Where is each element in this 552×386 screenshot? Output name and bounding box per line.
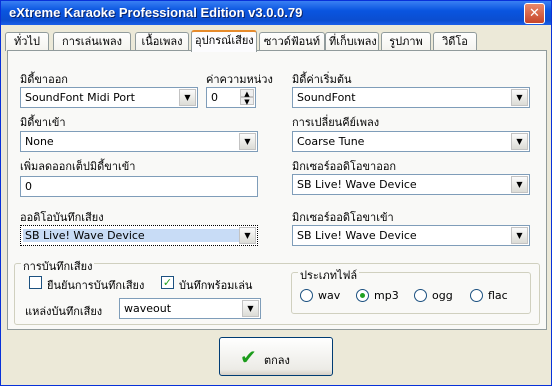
tab-general[interactable]: ทั่วไป (5, 32, 49, 51)
key-change-value: Coarse Tune (297, 135, 365, 148)
mixer-out-select[interactable]: SB Live! Wave Device ▼ (292, 174, 530, 195)
default-midi-label: มิดี้ค่าเริ่มต้น (292, 73, 352, 86)
chevron-down-icon[interactable]: ▼ (239, 133, 256, 150)
midi-in-select[interactable]: None ▼ (20, 131, 258, 152)
chevron-down-icon[interactable]: ▼ (511, 133, 528, 150)
mixer-in-label: มิกเซอร์ออดิโอขาเข้า (292, 211, 394, 224)
delay-label: ค่าความหน่วง (206, 73, 273, 86)
ok-button[interactable]: ✔ ตกลง (219, 337, 333, 376)
mixer-out-label: มิกเซอร์ออดิโอขาออก (292, 160, 397, 173)
file-type-group-title: ประเภทไฟล์ (298, 266, 360, 284)
record-with-play-label: บันทึกพร้อมเล่น (179, 279, 253, 292)
radio-ogg[interactable] (414, 289, 427, 302)
chevron-down-icon[interactable]: ▼ (239, 227, 256, 244)
midi-out-select[interactable]: SoundFont Midi Port ▼ (20, 87, 198, 108)
tab-audio-devices[interactable]: อุปกรณ์เสียง (191, 30, 257, 52)
ok-button-label: ตกลง (264, 354, 290, 367)
recording-group-title: การบันทึกเสียง (21, 257, 95, 275)
midi-in-offset-field[interactable]: 0 (20, 176, 258, 197)
confirm-recording-label: ยืนยันการบันทึกเสียง (47, 279, 145, 292)
chevron-down-icon[interactable]: ▼ (179, 89, 196, 106)
close-icon: ✕ (529, 6, 540, 21)
recording-group: การบันทึกเสียง ยืนยันการบันทึกเสียง ✓ บั… (14, 257, 540, 325)
chevron-down-icon[interactable]: ▼ (511, 176, 528, 193)
delay-spin[interactable]: ▲ ▼ (240, 89, 254, 106)
main-window: eXtreme Karaoke Professional Edition v3.… (0, 0, 552, 386)
radio-flac[interactable] (470, 289, 483, 302)
record-with-play-checkbox[interactable]: ✓ (161, 276, 174, 289)
check-icon: ✔ (240, 345, 257, 369)
radio-wav-label: wav (318, 289, 341, 302)
key-change-select[interactable]: Coarse Tune ▼ (292, 131, 530, 152)
key-change-label: การเปลี่ยนคีย์เพลง (292, 116, 380, 129)
default-midi-select[interactable]: SoundFont ▼ (292, 87, 530, 108)
tab-lyrics[interactable]: เนื้อเพลง (135, 32, 189, 51)
tab-playback[interactable]: การเล่นเพลง (53, 32, 131, 51)
audio-devices-panel: มิดี้ขาออก SoundFont Midi Port ▼ ค่าความ… (7, 50, 547, 330)
check-icon: ✓ (162, 276, 173, 289)
tab-images[interactable]: รูปภาพ (381, 32, 431, 51)
tab-video[interactable]: วิดีโอ (433, 32, 477, 51)
midi-in-value: None (25, 135, 54, 148)
midi-in-offset-value: 0 (25, 180, 32, 193)
record-audio-select[interactable]: SB Live! Wave Device ▼ (20, 225, 258, 246)
confirm-recording-checkbox[interactable] (29, 276, 42, 289)
radio-flac-label: flac (488, 289, 508, 302)
chevron-down-icon[interactable]: ▼ (242, 300, 259, 317)
mixer-out-value: SB Live! Wave Device (297, 178, 417, 191)
mixer-in-select[interactable]: SB Live! Wave Device ▼ (292, 225, 530, 246)
record-source-label: แหล่งบันทึกเสียง (25, 305, 103, 318)
title-bar[interactable]: eXtreme Karaoke Professional Edition v3.… (1, 1, 551, 25)
close-button[interactable]: ✕ (524, 3, 545, 24)
window-title: eXtreme Karaoke Professional Edition v3.… (9, 5, 303, 20)
midi-out-label: มิดี้ขาออก (20, 73, 68, 86)
delay-value: 0 (211, 91, 218, 104)
radio-mp3[interactable] (356, 289, 369, 302)
record-audio-label: ออดิโอบันทึกเสียง (20, 211, 104, 224)
file-type-group: ประเภทไฟล์ wav mp3 ogg flac (291, 266, 531, 314)
radio-mp3-label: mp3 (374, 289, 399, 302)
record-source-value: waveout (124, 302, 172, 315)
chevron-down-icon[interactable]: ▼ (511, 89, 528, 106)
default-midi-value: SoundFont (297, 91, 356, 104)
record-source-select[interactable]: waveout ▼ (119, 298, 261, 319)
delay-stepper[interactable]: 0 ▲ ▼ (206, 87, 256, 108)
mixer-in-value: SB Live! Wave Device (297, 229, 417, 242)
midi-out-value: SoundFont Midi Port (25, 91, 135, 104)
spin-down-icon[interactable]: ▼ (240, 97, 254, 106)
tab-soundfont[interactable]: ซาวด์ฟ้อนท์ (259, 32, 325, 51)
radio-ogg-label: ogg (432, 289, 453, 302)
midi-in-label: มิดี้ขาเข้า (20, 116, 66, 129)
radio-wav[interactable] (300, 289, 313, 302)
midi-in-offset-label: เพิ่มลดออกเต็ปมิดี้ขาเข้า (20, 160, 136, 173)
chevron-down-icon[interactable]: ▼ (511, 227, 528, 244)
tab-song-storage[interactable]: ที่เก็บเพลง (325, 32, 379, 51)
spin-up-icon[interactable]: ▲ (240, 89, 254, 98)
record-audio-value: SB Live! Wave Device (23, 229, 239, 242)
